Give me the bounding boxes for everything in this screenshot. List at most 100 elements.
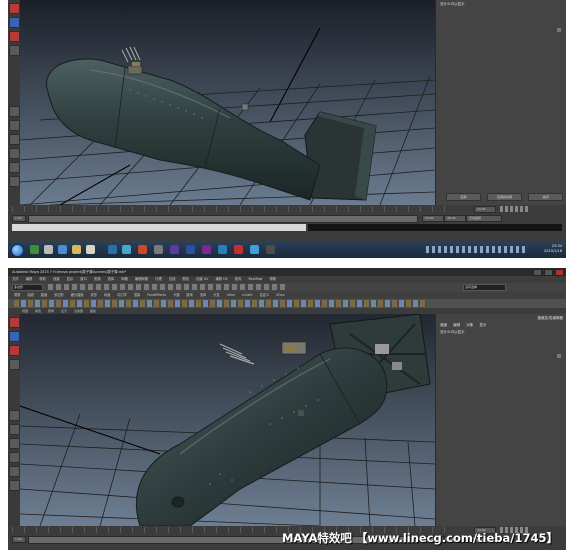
app-icon-16[interactable] bbox=[266, 245, 275, 254]
paint-select-tool-icon[interactable] bbox=[9, 345, 20, 356]
shelf-tab[interactable]: 曲面 bbox=[41, 293, 47, 297]
menu-item[interactable]: Realflow bbox=[249, 277, 263, 281]
panel-menu-item[interactable]: 视图 bbox=[22, 309, 28, 313]
app-icon-3[interactable] bbox=[58, 245, 67, 254]
panel-menu-item[interactable]: 着色 bbox=[35, 309, 41, 313]
panel-menu-item[interactable]: 渲染器 bbox=[74, 309, 83, 313]
layout-outliner-icon[interactable] bbox=[9, 148, 20, 159]
layout-single-icon[interactable] bbox=[9, 410, 20, 421]
system-tray-icons[interactable] bbox=[426, 246, 526, 253]
shelf-tab[interactable]: 动力学 bbox=[117, 293, 127, 297]
menu-item[interactable]: 编辑 bbox=[26, 277, 33, 281]
anim-end-field[interactable]: 48.00 bbox=[444, 215, 466, 222]
menu-item[interactable]: 颜色 bbox=[182, 277, 189, 281]
viewport-perspective[interactable] bbox=[20, 314, 435, 526]
panel-menu-item[interactable]: 显示 bbox=[61, 309, 67, 313]
move-tool-icon[interactable] bbox=[9, 45, 20, 56]
playback-controls[interactable] bbox=[500, 206, 530, 212]
menu-item[interactable]: 文件 bbox=[12, 277, 19, 281]
panel-tab[interactable]: 编辑 bbox=[453, 323, 460, 327]
lasso-tool-icon[interactable] bbox=[9, 331, 20, 342]
shelf-tab[interactable]: 动画 bbox=[104, 293, 110, 297]
shelf-tab[interactable]: 肌肉 bbox=[186, 293, 192, 297]
app-icon-1[interactable] bbox=[30, 245, 39, 254]
shelf-tab[interactable]: 卡通 bbox=[173, 293, 179, 297]
time-slider[interactable]: 24.00 1.00 24.00 48.00 无动画层 bbox=[8, 205, 566, 242]
apply-close-button[interactable]: 应用并关闭 bbox=[487, 193, 522, 201]
menu-item[interactable]: 帮助 bbox=[270, 277, 277, 281]
shelf-tab[interactable]: nHair bbox=[227, 293, 236, 297]
layout-hypershade-icon[interactable] bbox=[9, 176, 20, 187]
panel-menu-item[interactable]: 面板 bbox=[90, 309, 96, 313]
layout-four-icon[interactable] bbox=[9, 424, 20, 435]
start-button-icon[interactable] bbox=[11, 244, 24, 257]
layout-four-icon[interactable] bbox=[9, 120, 20, 131]
selection-field[interactable]: 没有选择 bbox=[463, 284, 506, 291]
menu-item[interactable]: 编辑 UV bbox=[216, 277, 228, 281]
menu-item[interactable]: 代理 bbox=[155, 277, 162, 281]
shelf-tab[interactable]: 多边形 bbox=[54, 293, 64, 297]
menu-item[interactable]: 编辑网格 bbox=[135, 277, 148, 281]
app-icon-13[interactable] bbox=[218, 245, 227, 254]
layout-single-icon[interactable] bbox=[9, 106, 20, 117]
menu-item[interactable]: 修改 bbox=[39, 277, 46, 281]
shelf-tab[interactable]: 流体 bbox=[200, 293, 206, 297]
app-icon-5[interactable] bbox=[86, 245, 95, 254]
shelf-tab[interactable]: 渲染 bbox=[134, 293, 140, 297]
apply-button[interactable]: 应用 bbox=[446, 193, 481, 201]
menu-item[interactable]: 法线 bbox=[169, 277, 176, 281]
close-button[interactable]: 关闭 bbox=[528, 193, 563, 201]
menu-set-select[interactable]: 多边形 bbox=[12, 284, 43, 291]
app-icon-7[interactable] bbox=[122, 245, 131, 254]
menu-item[interactable]: 网格 bbox=[121, 277, 128, 281]
shelf-tab[interactable]: 变形 bbox=[91, 293, 97, 297]
menu-item[interactable]: 选择 bbox=[108, 277, 115, 281]
app-icon-12[interactable] bbox=[202, 245, 211, 254]
shelf-tab[interactable]: nCloth bbox=[242, 293, 252, 297]
layout-outliner-icon[interactable] bbox=[9, 452, 20, 463]
panel-menu-item[interactable]: 照明 bbox=[48, 309, 54, 313]
shelf-tab[interactable]: PaintEffects bbox=[147, 293, 166, 297]
paint-select-tool-icon[interactable] bbox=[9, 31, 20, 42]
select-tool-icon[interactable] bbox=[9, 317, 20, 328]
app-icon-11[interactable] bbox=[186, 245, 195, 254]
panel-toggle-icon[interactable] bbox=[557, 28, 561, 32]
panel-tab[interactable]: 对象 bbox=[466, 323, 473, 327]
close-icon[interactable] bbox=[555, 269, 564, 276]
select-tool-icon[interactable] bbox=[9, 3, 20, 14]
range-start-field[interactable]: 1.00 bbox=[12, 536, 26, 543]
menu-item[interactable]: 显示 bbox=[67, 277, 74, 281]
viewport-perspective[interactable] bbox=[20, 0, 435, 205]
menu-item[interactable]: 资源 bbox=[94, 277, 101, 281]
range-slider[interactable] bbox=[28, 215, 418, 223]
move-tool-icon[interactable] bbox=[9, 359, 20, 370]
panel-tab[interactable]: 通道 bbox=[440, 323, 447, 327]
range-start-field[interactable]: 1.00 bbox=[12, 215, 26, 222]
panel-toggle-icon[interactable] bbox=[557, 354, 561, 358]
layout-hypershade-icon[interactable] bbox=[9, 480, 20, 491]
menu-item[interactable]: 创建 UV bbox=[196, 277, 208, 281]
layout-graph-icon[interactable] bbox=[9, 466, 20, 477]
menu-item[interactable]: 窗口 bbox=[80, 277, 87, 281]
app-icon-10[interactable] bbox=[170, 245, 179, 254]
shelf-tab[interactable]: XGen bbox=[276, 293, 285, 297]
app-icon-8[interactable] bbox=[138, 245, 147, 254]
range-end-field[interactable]: 24.00 bbox=[422, 215, 444, 222]
shelf-tab[interactable]: 自定义 bbox=[260, 293, 270, 297]
maximize-icon[interactable] bbox=[544, 269, 553, 276]
layout-graph-icon[interactable] bbox=[9, 162, 20, 173]
app-icon-14[interactable] bbox=[234, 245, 243, 254]
command-line-input[interactable] bbox=[12, 224, 306, 231]
anim-layer-field[interactable]: 无动画层 bbox=[466, 215, 502, 222]
app-icon-9[interactable] bbox=[154, 245, 163, 254]
app-icon-4[interactable] bbox=[72, 245, 81, 254]
panel-tab[interactable]: 显示 bbox=[479, 323, 486, 327]
shelf-tab[interactable]: 常规 bbox=[14, 293, 20, 297]
lasso-tool-icon[interactable] bbox=[9, 17, 20, 28]
app-icon-2[interactable] bbox=[44, 245, 53, 254]
layout-side-icon[interactable] bbox=[9, 134, 20, 145]
shelf-tab[interactable]: 曲线 bbox=[27, 293, 33, 297]
shelf-tool-icons[interactable] bbox=[14, 300, 426, 307]
app-icon-6[interactable] bbox=[108, 245, 117, 254]
shelf-tab[interactable]: 细分曲面 bbox=[71, 293, 84, 297]
